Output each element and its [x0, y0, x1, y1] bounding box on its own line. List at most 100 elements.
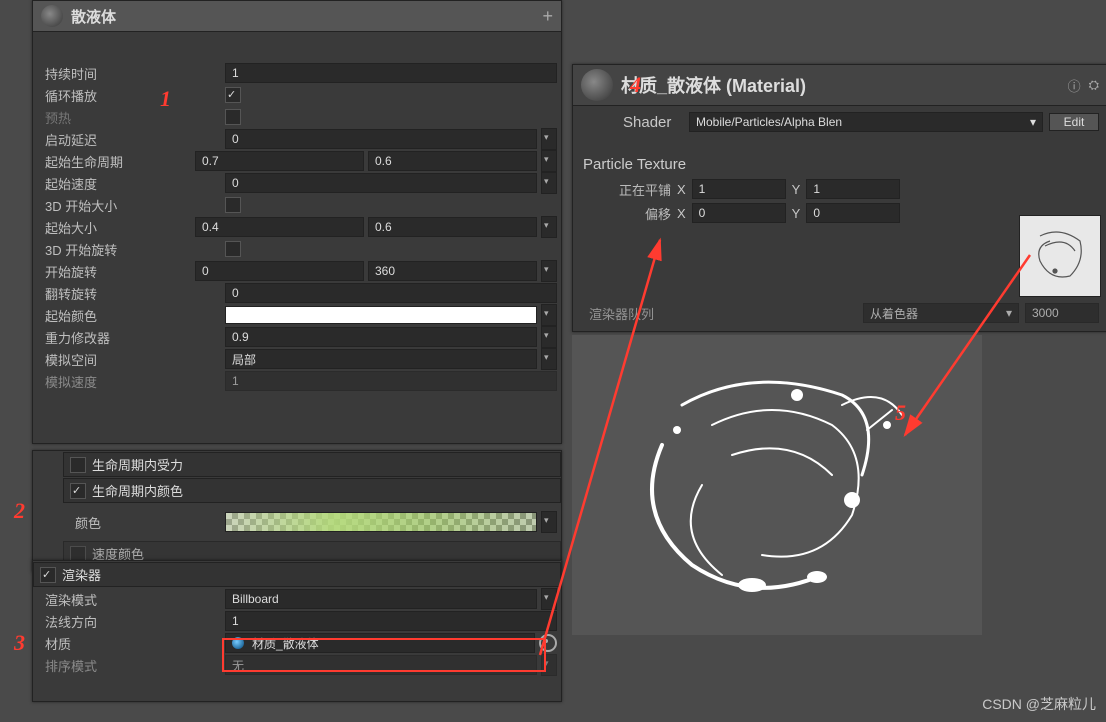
- texture-preview-large: [572, 335, 982, 635]
- tiling-x-input[interactable]: [692, 179, 786, 199]
- start-size-label: 起始大小: [37, 218, 195, 237]
- color-label: 颜色: [67, 513, 225, 532]
- material-title: 材质_散液体 (Material): [621, 72, 1060, 98]
- start-size-a-input[interactable]: [195, 217, 364, 237]
- render-queue-label: 渲染器队列: [581, 304, 709, 323]
- tiling-y-input[interactable]: [806, 179, 900, 199]
- offset-label: 偏移: [581, 204, 671, 223]
- offset-y-input[interactable]: [806, 203, 900, 223]
- start-3d-size-checkbox[interactable]: [225, 197, 241, 213]
- material-value: 材质_散液体: [252, 635, 319, 652]
- queue-value-input[interactable]: [1025, 303, 1099, 323]
- material-header: 材质_散液体 (Material) ⓘ ⛭: [573, 65, 1106, 106]
- prewarm-checkbox[interactable]: [225, 109, 241, 125]
- start-life-dropdown[interactable]: [541, 150, 557, 172]
- particle-texture-label: Particle Texture: [573, 152, 1106, 177]
- start-life-b-input[interactable]: [368, 151, 537, 171]
- force-checkbox[interactable]: [70, 457, 86, 473]
- start-life-a-input[interactable]: [195, 151, 364, 171]
- render-mode-dropdown[interactable]: [541, 588, 557, 610]
- start-color-swatch[interactable]: [225, 306, 537, 324]
- start-life-label: 起始生命周期: [37, 152, 195, 171]
- sim-space-select[interactable]: [225, 349, 537, 369]
- start-size-dropdown[interactable]: [541, 216, 557, 238]
- duration-label: 持续时间: [37, 64, 225, 83]
- ps-title: 散液体: [71, 6, 534, 27]
- material-inspector-panel: 材质_散液体 (Material) ⓘ ⛭ Shader Mobile/Part…: [572, 64, 1106, 332]
- color-gradient[interactable]: [225, 512, 537, 532]
- x-label-2: X: [677, 206, 686, 221]
- sort-mode-select[interactable]: [225, 655, 537, 675]
- color-over-life-panel: 生命周期内受力 生命周期内颜色 颜色 速度颜色: [32, 450, 562, 572]
- particle-icon: [41, 5, 63, 27]
- material-label: 材质: [37, 634, 225, 653]
- start-rot-b-input[interactable]: [368, 261, 537, 281]
- start-size-b-input[interactable]: [368, 217, 537, 237]
- y-label: Y: [792, 182, 801, 197]
- offset-x-input[interactable]: [692, 203, 786, 223]
- x-label: X: [677, 182, 686, 197]
- start-3d-rot-checkbox[interactable]: [225, 241, 241, 257]
- texture-swatch[interactable]: [1019, 215, 1101, 297]
- start-delay-label: 启动延迟: [37, 130, 225, 149]
- sim-space-dropdown[interactable]: [541, 348, 557, 370]
- particle-system-panel: 散液体 + 持续时间 循环播放 预热 启动延迟 起始生命周期 起始速度 3D 开…: [32, 0, 562, 444]
- loop-label: 循环播放: [37, 86, 225, 105]
- y-label-2: Y: [792, 206, 801, 221]
- color-section-header[interactable]: 生命周期内颜色: [63, 478, 561, 503]
- loop-checkbox[interactable]: [225, 87, 241, 103]
- start-rot-dropdown[interactable]: [541, 260, 557, 282]
- sim-speed-label: 模拟速度: [37, 372, 225, 391]
- start-color-dropdown[interactable]: [541, 304, 557, 326]
- shader-label: Shader: [623, 114, 683, 131]
- start-rot-a-input[interactable]: [195, 261, 364, 281]
- annotation-4: 4: [630, 72, 641, 98]
- render-mode-select[interactable]: [225, 589, 537, 609]
- material-picker-icon[interactable]: [539, 634, 557, 652]
- settings-icon[interactable]: ⛭: [1089, 77, 1099, 93]
- force-section-header[interactable]: 生命周期内受力: [63, 452, 561, 477]
- start-rot-label: 开始旋转: [37, 262, 195, 281]
- sim-speed-input[interactable]: [225, 371, 557, 391]
- gravity-label: 重力修改器: [37, 328, 225, 347]
- start-3d-size-label: 3D 开始大小: [37, 196, 225, 215]
- sort-mode-label: 排序模式: [37, 656, 225, 675]
- start-speed-input[interactable]: [225, 173, 537, 193]
- edit-shader-button[interactable]: Edit: [1049, 113, 1099, 131]
- start-delay-input[interactable]: [225, 129, 537, 149]
- flip-rot-input[interactable]: [225, 283, 557, 303]
- normal-dir-label: 法线方向: [37, 612, 225, 631]
- normal-dir-input[interactable]: [225, 611, 557, 631]
- ps-header[interactable]: 散液体 +: [33, 1, 561, 32]
- queue-mode-select[interactable]: 从着色器▾: [863, 303, 1019, 323]
- annotation-5: 5: [895, 400, 906, 426]
- annotation-1: 1: [160, 86, 171, 112]
- start-speed-dropdown[interactable]: [541, 172, 557, 194]
- renderer-checkbox[interactable]: [40, 567, 56, 583]
- render-mode-label: 渲染模式: [37, 590, 225, 609]
- start-delay-dropdown[interactable]: [541, 128, 557, 150]
- duration-input[interactable]: [225, 63, 557, 83]
- renderer-section-header[interactable]: 渲染器: [33, 562, 561, 587]
- help-icon[interactable]: ⓘ: [1068, 76, 1081, 95]
- sim-space-label: 模拟空间: [37, 350, 225, 369]
- add-module-icon[interactable]: +: [542, 6, 553, 27]
- shader-select[interactable]: Mobile/Particles/Alpha Blen▾: [689, 112, 1043, 132]
- color-gradient-dropdown[interactable]: [541, 511, 557, 533]
- tiling-label: 正在平铺: [581, 180, 671, 199]
- annotation-2: 2: [14, 498, 25, 524]
- watermark-text: CSDN @芝麻粒儿: [982, 694, 1096, 714]
- flip-rot-label: 翻转旋转: [37, 284, 225, 303]
- annotation-3: 3: [14, 630, 25, 656]
- renderer-panel: 渲染器 渲染模式 法线方向 材质 材质_散液体 排序模式: [32, 560, 562, 702]
- material-field[interactable]: 材质_散液体: [225, 633, 535, 653]
- gravity-input[interactable]: [225, 327, 537, 347]
- material-sphere-icon: [232, 637, 244, 649]
- sort-mode-dropdown[interactable]: [541, 654, 557, 676]
- material-sphere-large-icon: [581, 69, 613, 101]
- start-color-label: 起始颜色: [37, 306, 225, 325]
- gravity-dropdown[interactable]: [541, 326, 557, 348]
- prewarm-label: 预热: [37, 108, 225, 127]
- color-checkbox[interactable]: [70, 483, 86, 499]
- start-3d-rot-label: 3D 开始旋转: [37, 240, 225, 259]
